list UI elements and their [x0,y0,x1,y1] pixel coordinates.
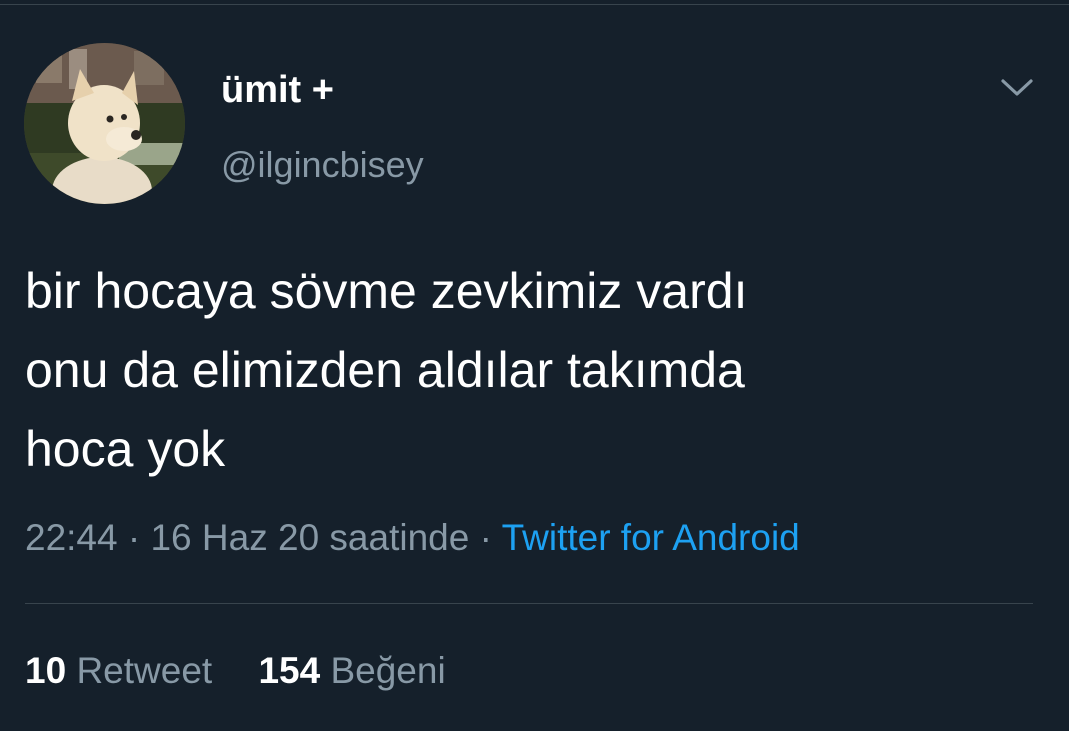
avatar[interactable] [24,43,185,204]
separator-dot: · [127,517,141,558]
separator-dot: · [479,517,492,558]
stats-divider [25,603,1033,604]
top-divider [0,4,1069,5]
tweet-text-line: hoca yok [25,421,226,477]
like-stat[interactable]: 154 Beğeni [258,648,445,694]
chevron-down-icon [1001,79,1033,96]
tweet-metadata: 22:44 · 16 Haz 20 saatinde · Twitter for… [25,515,800,561]
tweet-text-line: bir hocaya sövme zevkimiz vardı [25,263,748,319]
tweet-text-line: onu da elimizden aldılar takımda [25,342,745,398]
tweet-time[interactable]: 22:44 [25,517,118,558]
tweet-menu-button[interactable] [996,70,1038,106]
display-name[interactable]: ümit + [221,68,334,112]
like-count: 154 [258,650,321,691]
user-handle[interactable]: @ilgincbisey [221,143,424,187]
engagement-stats: 10 Retweet 154 Beğeni [25,648,446,694]
retweet-label: Retweet [76,650,213,691]
dog-avatar-icon [24,43,185,204]
tweet-source-link[interactable]: Twitter for Android [502,517,800,558]
retweet-count: 10 [25,650,67,691]
retweet-stat[interactable]: 10 Retweet [25,648,212,694]
like-label: Beğeni [330,650,446,691]
tweet-date[interactable]: 16 Haz 20 saatinde [150,517,469,558]
tweet-text: bir hocaya sövme zevkimiz vardı onu da e… [25,252,1045,489]
